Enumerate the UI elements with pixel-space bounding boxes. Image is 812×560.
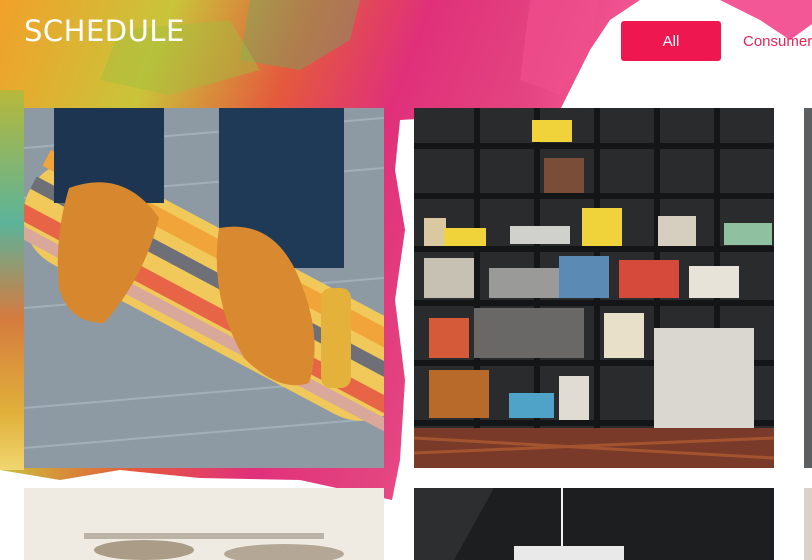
partial-photo bbox=[804, 108, 812, 468]
gallery-image-bookshelf[interactable] bbox=[414, 108, 774, 468]
gallery-image-lamp[interactable] bbox=[414, 488, 774, 560]
shoes-photo bbox=[24, 488, 384, 560]
gallery-image-shoes[interactable] bbox=[24, 488, 384, 560]
bookshelf-photo bbox=[414, 108, 774, 468]
gallery-image-partial-2[interactable] bbox=[804, 488, 812, 560]
gallery-image-skateboard[interactable] bbox=[24, 108, 384, 468]
filter-consumer-link[interactable]: Consumer bbox=[743, 33, 812, 50]
gallery-image-partial[interactable] bbox=[804, 108, 812, 468]
skateboard-photo bbox=[24, 108, 384, 468]
partial-photo-2 bbox=[804, 488, 812, 560]
page-title: SCHEDULE bbox=[24, 14, 185, 48]
lamp-photo bbox=[414, 488, 774, 560]
filter-all-button[interactable]: All bbox=[621, 21, 721, 61]
filter-bar: All Consumer bbox=[621, 21, 812, 61]
